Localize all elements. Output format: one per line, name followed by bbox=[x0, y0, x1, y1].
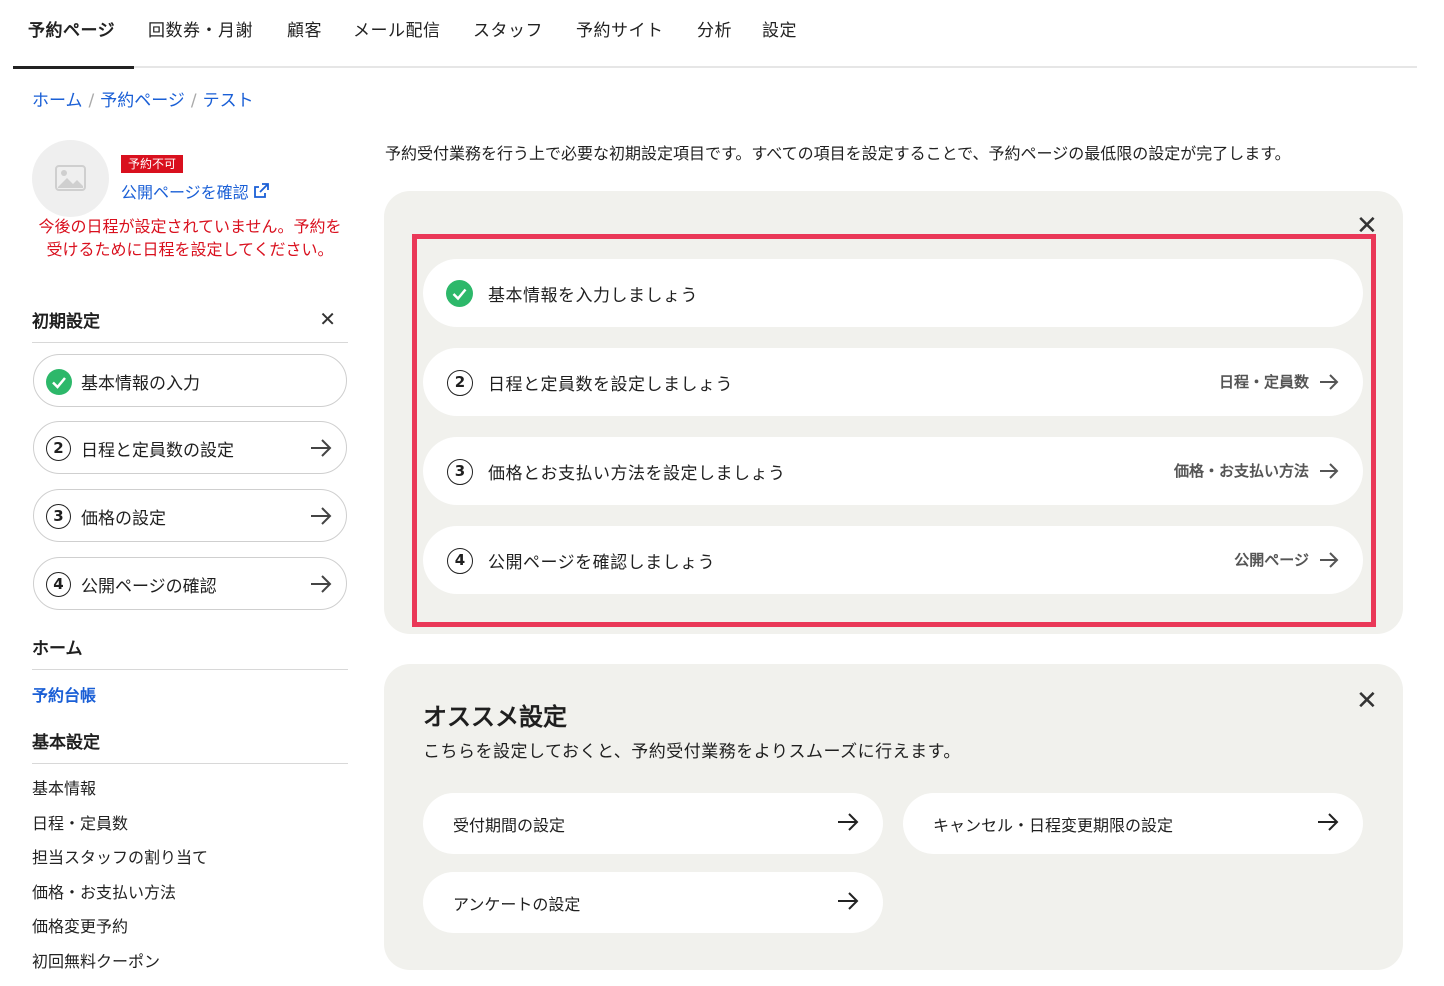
sidebar-item-price[interactable]: 価格・お支払い方法 bbox=[32, 879, 176, 903]
sidebar-item-schedule[interactable]: 日程・定員数 bbox=[32, 810, 128, 834]
step-number: 2 bbox=[46, 436, 71, 461]
sidebar-item-reservation-ledger[interactable]: 予約台帳 bbox=[32, 682, 96, 706]
tab-reservation-site[interactable]: 予約サイト bbox=[576, 16, 664, 41]
arrow-right-icon bbox=[838, 813, 859, 831]
recommend-desc: こちらを設定しておくと、予約受付業務をよりスムーズに行えます。 bbox=[423, 742, 961, 762]
cancel-deadline-button[interactable]: キャンセル・日程変更期限の設定 bbox=[903, 793, 1363, 854]
breadcrumb-current[interactable]: テスト bbox=[203, 91, 254, 111]
button-label: 受付期間の設定 bbox=[453, 816, 566, 835]
close-icon[interactable]: ✕ bbox=[1356, 686, 1378, 716]
tab-reservation-page[interactable]: 予約ページ bbox=[28, 16, 115, 41]
survey-button[interactable]: アンケートの設定 bbox=[423, 872, 883, 933]
page-thumbnail bbox=[32, 140, 109, 217]
sidebar-item-basic-info[interactable]: 基本情報 bbox=[32, 775, 96, 799]
intro-text: 予約受付業務を行う上で必要な初期設定項目です。すべての項目を設定することで、予約… bbox=[385, 144, 1291, 163]
tab-settings[interactable]: 設定 bbox=[762, 16, 797, 41]
step-label: 基本情報の入力 bbox=[81, 374, 200, 394]
step-label: 価格の設定 bbox=[81, 509, 166, 529]
step-label: 日程と定員数の設定 bbox=[81, 441, 234, 461]
external-link-icon bbox=[253, 183, 269, 198]
arrow-right-icon bbox=[1318, 813, 1339, 831]
tab-analytics[interactable]: 分析 bbox=[697, 16, 732, 41]
sidebar-item-staff-assign[interactable]: 担当スタッフの割り当て bbox=[32, 844, 208, 868]
sidebar-step-price[interactable]: 3 価格の設定 bbox=[33, 489, 347, 542]
reception-period-button[interactable]: 受付期間の設定 bbox=[423, 793, 883, 854]
arrow-right-icon bbox=[838, 892, 859, 910]
arrow-right-icon bbox=[311, 575, 332, 593]
breadcrumb-home[interactable]: ホーム bbox=[32, 91, 83, 111]
public-page-link[interactable]: 公開ページを確認 bbox=[121, 179, 269, 203]
public-page-link-label: 公開ページを確認 bbox=[121, 183, 249, 202]
tab-tickets[interactable]: 回数券・月謝 bbox=[148, 16, 253, 41]
breadcrumb: ホーム / 予約ページ / テスト bbox=[32, 91, 254, 111]
check-icon bbox=[46, 369, 72, 395]
arrow-right-icon bbox=[311, 507, 332, 525]
initial-setup-heading: 初期設定 ✕ bbox=[32, 307, 348, 343]
tab-staff[interactable]: スタッフ bbox=[473, 16, 543, 41]
step-number: 4 bbox=[46, 572, 71, 597]
sidebar-item-free-coupon[interactable]: 初回無料クーポン bbox=[32, 948, 160, 972]
schedule-warning: 今後の日程が設定されていません。予約を受けるために日程を設定してください。 bbox=[38, 217, 342, 259]
step-number: 3 bbox=[46, 504, 71, 529]
sidebar-step-public-page[interactable]: 4 公開ページの確認 bbox=[33, 557, 347, 610]
active-tab-indicator bbox=[13, 66, 134, 69]
basic-settings-heading: 基本設定 bbox=[32, 728, 348, 764]
recommend-title: オススメ設定 bbox=[423, 703, 567, 731]
image-placeholder-icon bbox=[55, 165, 86, 191]
arrow-right-icon bbox=[311, 439, 332, 457]
button-label: キャンセル・日程変更期限の設定 bbox=[933, 816, 1174, 835]
status-badge: 予約不可 bbox=[121, 155, 184, 173]
initial-setup-title: 初期設定 bbox=[32, 312, 100, 332]
sidebar-step-basic-info[interactable]: 基本情報の入力 bbox=[33, 354, 347, 407]
home-heading: ホーム bbox=[32, 634, 348, 670]
close-icon[interactable]: ✕ bbox=[319, 307, 336, 331]
tab-mail[interactable]: メール配信 bbox=[353, 16, 441, 41]
highlight-frame bbox=[412, 234, 1376, 627]
step-label: 公開ページの確認 bbox=[81, 577, 217, 597]
breadcrumb-reservation-page[interactable]: 予約ページ bbox=[100, 91, 185, 111]
button-label: アンケートの設定 bbox=[453, 895, 581, 914]
top-nav: 予約ページ 回数券・月謝 顧客 メール配信 スタッフ 予約サイト 分析 設定 bbox=[13, 0, 1417, 69]
tab-customers[interactable]: 顧客 bbox=[287, 16, 322, 41]
sidebar-item-price-change[interactable]: 価格変更予約 bbox=[32, 913, 128, 937]
sidebar-step-schedule[interactable]: 2 日程と定員数の設定 bbox=[33, 421, 347, 474]
